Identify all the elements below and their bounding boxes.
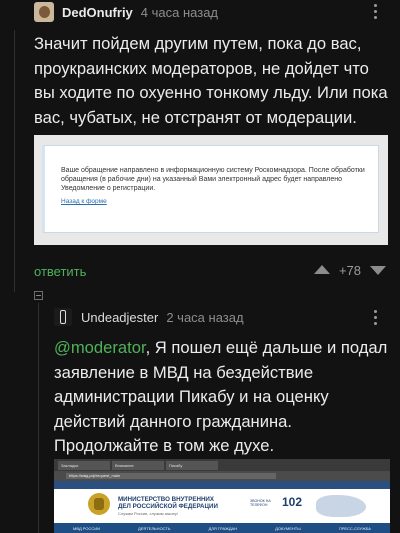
image-back-link: Назад к форме [61,198,107,205]
browser-tab: Закладки [58,461,110,470]
upvote-icon[interactable] [314,265,330,274]
comment-text: Значит пойдем другим путем, пока до вас,… [34,34,388,127]
comment-author[interactable]: Undeadjester [81,310,158,325]
site-nav-item: ПРЕСС-СЛУЖБА [338,525,371,531]
comment-header: Undeadjester 2 часа назад [54,306,400,328]
site-nav-item: ДОКУМЕНТЫ [275,525,301,531]
site-nav: МВД РОССИИ ДЕЯТЕЛЬНОСТЬ ДЛЯ ГРАЖДАН ДОКУ… [54,523,390,533]
russia-map-icon [316,495,366,517]
site-nav-item: ДЛЯ ГРАЖДАН [208,525,238,531]
comment-text: @moderator, Я пошел ещё дальше и подал з… [54,336,390,459]
comment-actions: ответить +78 [34,262,392,280]
emblem-icon [88,493,110,515]
comment-time[interactable]: 4 часа назад [141,5,218,20]
ministry-motto: Служим России, служим закону! [118,511,178,516]
avatar[interactable] [34,2,54,22]
ministry-title: МИНИСТЕРСТВО ВНУТРЕННИХ ДЕЛ РОССИЙСКОЙ Ф… [118,496,218,510]
reply-button[interactable]: ответить [34,264,86,279]
site-nav-item: ДЕЯТЕЛЬНОСТЬ [138,525,171,531]
avatar[interactable] [54,308,72,326]
browser-url-bar: https://мвд.рф/request_main [54,471,390,481]
collapse-thread-icon[interactable] [34,291,43,300]
more-options-icon[interactable] [374,4,378,19]
thread-line [38,303,39,533]
browser-tab: Пикабу [166,461,218,470]
comment-image[interactable]: Закладки Внимание Пикабу https://мвд.рф/… [54,459,390,533]
image-notice-text: Ваше обращение направлено в информационн… [61,167,365,193]
more-options-icon[interactable] [374,310,378,325]
site-header: МИНИСТЕРСТВО ВНУТРЕННИХ ДЕЛ РОССИЙСКОЙ Ф… [54,489,390,523]
comment-header: DedOnufriy 4 часа назад [34,0,400,24]
browser-tab-bar: Закладки Внимание Пикабу [54,459,390,471]
phone-number: 102 [282,495,303,509]
comment-image[interactable]: Ваше обращение направлено в информационн… [34,135,388,245]
phone-label: ЗВОНОК НА ТЕЛЕФОН [250,499,271,508]
downvote-icon[interactable] [370,266,386,275]
thread-line [14,30,15,292]
browser-tab: Внимание [112,461,164,470]
site-nav-item: МВД РОССИИ [73,525,100,531]
image-notice-box: Ваше обращение направлено в информационн… [42,145,379,233]
browser-url: https://мвд.рф/request_main [66,473,276,479]
comment-rating: +78 [338,263,361,278]
user-mention-link[interactable]: @moderator [54,338,146,357]
comment-time[interactable]: 2 часа назад [166,310,243,325]
site-top-strip [54,481,390,489]
comment-author[interactable]: DedOnufriy [62,5,133,20]
